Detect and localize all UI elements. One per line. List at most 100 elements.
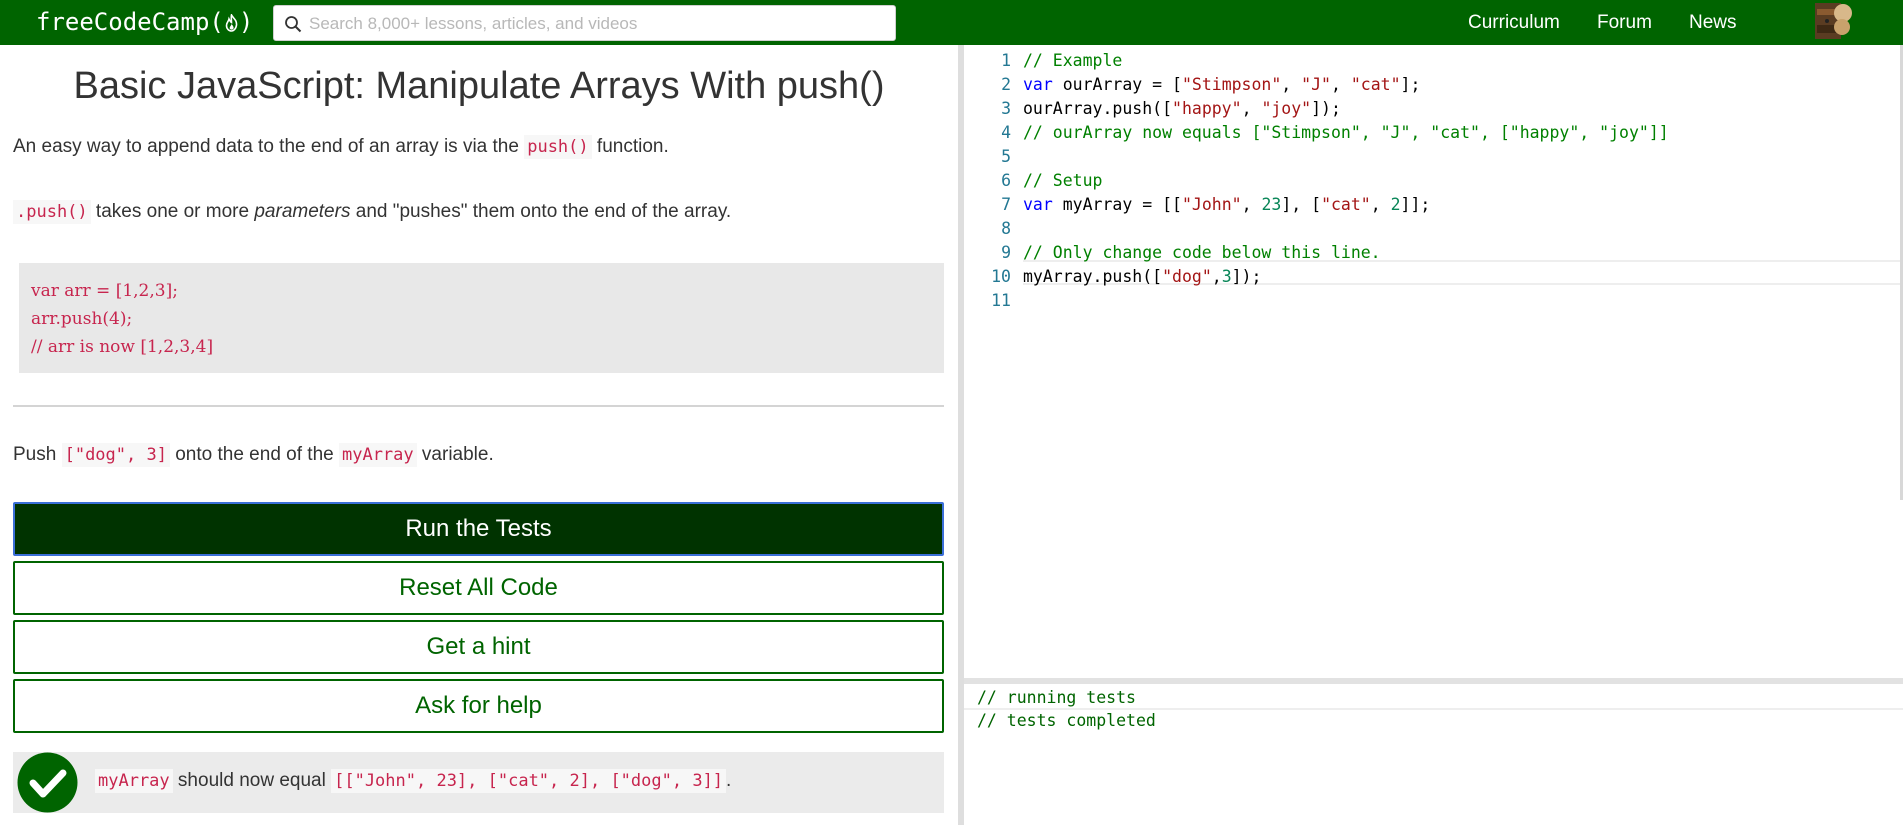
editor-line[interactable]: 11 xyxy=(964,289,1903,313)
code-token: 2 xyxy=(1390,195,1401,214)
code-token: "John" xyxy=(1181,195,1242,214)
line-code: var myArray = [["John", 23], ["cat", 2]]… xyxy=(1023,193,1430,217)
code-token: // Only change code below this line. xyxy=(1023,243,1381,262)
inline-code: myArray xyxy=(338,443,417,467)
description-text: An easy way to append data to the end of… xyxy=(13,136,525,157)
editor-line[interactable]: 2 var ourArray = ["Stimpson", "J", "cat"]… xyxy=(964,73,1903,97)
description-text: and "pushes" them onto the end of the ar… xyxy=(350,201,732,222)
line-code: var ourArray = ["Stimpson", "J", "cat"]; xyxy=(1023,73,1420,97)
ask-for-help-button[interactable]: Ask for help xyxy=(13,679,944,733)
line-code: // Only change code below this line. xyxy=(1023,241,1381,265)
divider xyxy=(13,405,944,407)
line-number: 2 xyxy=(1001,75,1011,94)
output-line: // running tests xyxy=(977,688,1136,707)
result-text: . xyxy=(726,770,732,791)
inline-code: myArray xyxy=(95,769,173,793)
user-avatar[interactable] xyxy=(1813,1,1855,41)
challenge-title: Basic JavaScript: Manipulate Arrays With… xyxy=(73,65,885,107)
nav-link-news[interactable]: News xyxy=(1689,12,1737,34)
code-token: myArray = [[ xyxy=(1052,195,1182,214)
line-number: 4 xyxy=(1001,123,1011,142)
code-token: myArray.push([ xyxy=(1023,267,1163,286)
line-number: 8 xyxy=(1001,219,1011,238)
line-code: // ourArray now equals ["Stimpson", "J",… xyxy=(1023,121,1669,145)
line-code: // Example xyxy=(1023,49,1122,73)
description-paragraph-1: An easy way to append data to the end of… xyxy=(13,132,669,162)
check-circle-icon xyxy=(17,752,78,813)
code-token: , xyxy=(1370,195,1391,214)
code-token: 3 xyxy=(1221,267,1232,286)
editor-line[interactable]: 7 var myArray = [["John", 23], ["cat", 2]… xyxy=(964,193,1903,217)
code-token: , xyxy=(1211,267,1222,286)
emphasized-text: parameters xyxy=(254,201,351,222)
task-text: onto the end of the xyxy=(169,444,339,465)
description-paragraph-2: .push() takes one or more parameters and… xyxy=(13,197,731,227)
code-token: , xyxy=(1281,75,1302,94)
search-box xyxy=(273,5,896,41)
editor-line[interactable]: 1 // Example xyxy=(964,49,1903,73)
test-output-console: // running tests // tests completed xyxy=(964,684,1903,825)
line-number: 7 xyxy=(1001,195,1011,214)
freecodecamp-logo[interactable]: freeCodeCamp() xyxy=(36,6,253,38)
result-text: should now equal xyxy=(172,770,332,791)
search-icon xyxy=(285,16,302,33)
code-token: "cat" xyxy=(1321,195,1371,214)
code-token: var xyxy=(1023,75,1053,94)
code-editor[interactable]: 1 // Example 2 var ourArray = ["Stimpson", … xyxy=(964,45,1903,678)
editor-line[interactable]: 9 // Only change code below this line. xyxy=(964,241,1903,265)
inline-code: [["John", 23], ["cat", 2], ["dog", 3]] xyxy=(331,769,727,793)
code-token: // Setup xyxy=(1023,171,1103,190)
editor-line[interactable]: 5 xyxy=(964,145,1903,169)
example-code-block: var arr = [1,2,3]; arr.push(4); // arr i… xyxy=(19,263,944,373)
line-code: // Setup xyxy=(1023,169,1102,193)
code-token: ]]; xyxy=(1400,195,1431,214)
line-code: myArray.push(["dog",3]); xyxy=(1023,265,1261,289)
nav-link-forum[interactable]: Forum xyxy=(1597,12,1652,34)
run-tests-button[interactable]: Run the Tests xyxy=(13,502,944,556)
search-input[interactable] xyxy=(307,12,887,36)
fire-icon xyxy=(225,14,238,32)
code-token: "happy" xyxy=(1172,99,1242,118)
code-token: // ourArray now equals ["Stimpson", "J",… xyxy=(1023,123,1669,142)
code-token: , xyxy=(1330,75,1351,94)
get-hint-button[interactable]: Get a hint xyxy=(13,620,944,674)
line-number: 5 xyxy=(1001,147,1011,166)
code-token: // Example xyxy=(1023,51,1123,70)
editor-line[interactable]: 10 myArray.push(["dog",3]); xyxy=(964,265,1903,289)
code-token: , xyxy=(1241,195,1262,214)
line-number: 6 xyxy=(1001,171,1011,190)
code-token: ]); xyxy=(1231,267,1262,286)
code-token: "Stimpson" xyxy=(1181,75,1282,94)
code-line: arr.push(4); xyxy=(31,309,133,329)
task-text: variable. xyxy=(416,444,494,465)
editor-line[interactable]: 3 ourArray.push(["happy", "joy"]); xyxy=(964,97,1903,121)
logo-text: freeCodeCamp( xyxy=(36,8,224,36)
description-text: function. xyxy=(591,136,669,157)
test-result-text: myArray should now equal [["John", 23], … xyxy=(95,766,731,796)
code-line: var arr = [1,2,3]; xyxy=(31,281,178,301)
task-instructions: Push ["dog", 3] onto the end of the myAr… xyxy=(13,440,494,470)
code-token: ourArray = [ xyxy=(1052,75,1182,94)
line-number: 10 xyxy=(991,267,1011,286)
code-token: "dog" xyxy=(1162,267,1212,286)
code-token: ourArray.push([ xyxy=(1023,99,1173,118)
line-number: 1 xyxy=(1001,51,1011,70)
code-token: ], [ xyxy=(1281,195,1322,214)
editor-line[interactable]: 8 xyxy=(964,217,1903,241)
line-number: 11 xyxy=(991,291,1011,310)
challenge-panel: Basic JavaScript: Manipulate Arrays With… xyxy=(0,45,958,825)
code-token: "joy" xyxy=(1261,99,1312,118)
line-code: ourArray.push(["happy", "joy"]); xyxy=(1023,97,1341,121)
editor-line[interactable]: 6 // Setup xyxy=(964,169,1903,193)
nav-link-curriculum[interactable]: Curriculum xyxy=(1468,12,1560,34)
top-nav: freeCodeCamp() Curriculum Forum News xyxy=(0,0,1903,45)
code-token: ]; xyxy=(1400,75,1421,94)
logo-text-end: ) xyxy=(238,8,254,36)
editor-line[interactable]: 4 // ourArray now equals ["Stimpson", "J"… xyxy=(964,121,1903,145)
reset-code-button[interactable]: Reset All Code xyxy=(13,561,944,615)
output-line: // tests completed xyxy=(977,711,1156,730)
code-token: "J" xyxy=(1301,75,1331,94)
task-text: Push xyxy=(13,444,62,465)
code-token: "cat" xyxy=(1350,75,1401,94)
code-token: ]); xyxy=(1311,99,1341,118)
